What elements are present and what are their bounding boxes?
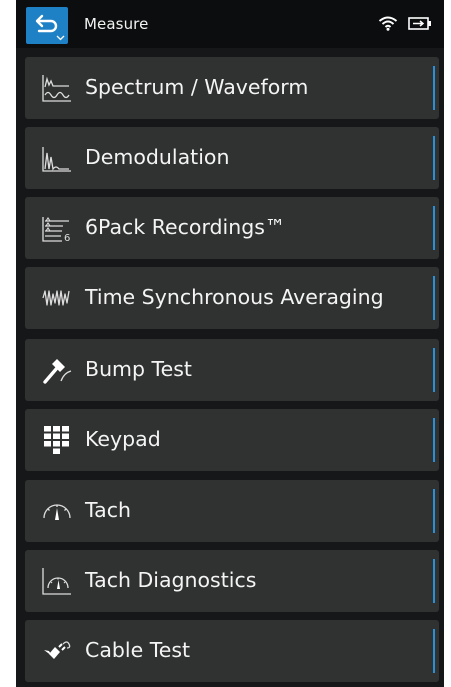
menu-item-label: 6Pack Recordings™ xyxy=(85,215,286,239)
item-accent-bar xyxy=(433,629,435,673)
menu-item-cable-test[interactable]: Cable Test xyxy=(25,620,439,682)
menu-item-label: Cable Test xyxy=(85,638,191,662)
menu-item-label: Time Synchronous Averaging xyxy=(85,285,384,309)
spectrum-waveform-icon xyxy=(41,73,73,103)
cable-test-icon xyxy=(41,636,73,666)
item-accent-bar xyxy=(433,348,435,392)
item-accent-bar xyxy=(433,276,435,320)
six-pack-recordings-icon: 6 xyxy=(41,213,73,243)
menu-item-time-synchronous-averaging[interactable]: Time Synchronous Averaging xyxy=(25,267,439,329)
battery-charging-icon xyxy=(408,17,431,30)
menu-item-label: Bump Test xyxy=(85,357,192,381)
menu-item-tach[interactable]: Tach xyxy=(25,480,439,542)
item-accent-bar xyxy=(433,66,435,110)
chevron-down-icon xyxy=(56,35,65,41)
back-arrow-icon xyxy=(35,14,58,33)
menu-item-6pack-recordings[interactable]: 6 6Pack Recordings™ xyxy=(25,197,439,259)
menu-item-spectrum-waveform[interactable]: Spectrum / Waveform xyxy=(25,57,439,119)
menu-item-keypad[interactable]: Keypad xyxy=(25,409,439,471)
item-accent-bar xyxy=(433,136,435,180)
menu-item-bump-test[interactable]: Bump Test xyxy=(25,339,439,401)
title-bar: Measure xyxy=(16,0,444,48)
svg-text:6: 6 xyxy=(64,233,70,243)
tach-gauge-icon xyxy=(41,496,73,526)
keypad-icon xyxy=(41,425,73,455)
menu-item-demodulation[interactable]: Demodulation xyxy=(25,127,439,189)
item-accent-bar xyxy=(433,489,435,533)
item-accent-bar xyxy=(433,418,435,462)
tach-diagnostics-icon xyxy=(41,566,73,596)
menu-item-label: Demodulation xyxy=(85,145,230,169)
bump-test-hammer-icon xyxy=(41,355,73,385)
menu-item-label: Tach Diagnostics xyxy=(85,568,257,592)
item-accent-bar xyxy=(433,559,435,603)
menu-item-label: Tach xyxy=(85,498,131,522)
menu-item-label: Keypad xyxy=(85,427,161,451)
demodulation-icon xyxy=(41,143,73,173)
measure-screen: Measure Spectrum / Waveform Demodulation… xyxy=(16,0,444,687)
menu-item-tach-diagnostics[interactable]: Tach Diagnostics xyxy=(25,550,439,612)
time-synchronous-averaging-icon xyxy=(41,283,73,313)
back-button[interactable] xyxy=(26,7,68,44)
page-title: Measure xyxy=(84,15,149,33)
wifi-icon xyxy=(378,16,398,31)
menu-item-label: Spectrum / Waveform xyxy=(85,75,309,99)
item-accent-bar xyxy=(433,206,435,250)
